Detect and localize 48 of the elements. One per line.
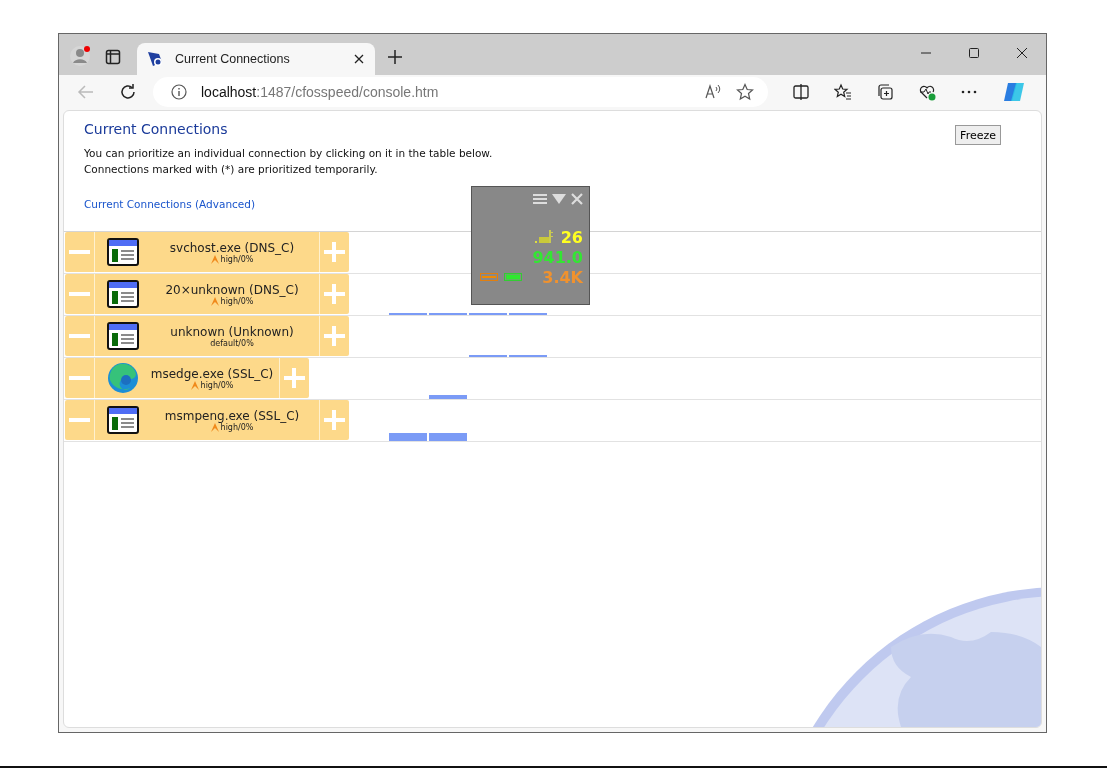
- dropdown-icon[interactable]: [552, 193, 566, 205]
- collections-icon[interactable]: [876, 83, 894, 102]
- traffic-bar: [429, 433, 467, 441]
- priority-text: default/0%: [210, 338, 254, 348]
- split-screen-icon[interactable]: [792, 83, 810, 102]
- url-text: localhost:1487/cfosspeed/console.htm: [201, 84, 439, 101]
- freeze-button[interactable]: Freeze: [955, 125, 1001, 145]
- favorites-icon[interactable]: [834, 83, 852, 102]
- traffic-bar: [389, 433, 427, 441]
- menu-icon[interactable]: [533, 193, 547, 205]
- download-meter-icon: [504, 273, 522, 281]
- close-icon[interactable]: [353, 52, 365, 65]
- browser-tab[interactable]: Current Connections: [137, 42, 375, 75]
- window-icon: [107, 322, 139, 350]
- connection-name: msedge.exe (SSL_C): [150, 366, 274, 381]
- intro-text: You can prioritize an individual connection by clicking on it in the table below. Connections marked with (*) are prioritized temporarily.: [84, 146, 494, 177]
- profile-icon[interactable]: [69, 44, 91, 67]
- app-logo-icon: [147, 49, 165, 68]
- window-icon: [107, 238, 139, 266]
- star-icon[interactable]: [736, 83, 754, 102]
- upload-value: 3.4K: [542, 267, 583, 287]
- refresh-icon[interactable]: [119, 83, 137, 102]
- connection-name: 20×unknown (DNS_C): [165, 282, 299, 297]
- new-tab-icon[interactable]: [387, 48, 403, 65]
- page-title: Current Connections: [84, 121, 229, 137]
- browser-logo-icon: [107, 362, 139, 394]
- advanced-link[interactable]: Current Connections (Advanced): [84, 198, 256, 210]
- window-icon: [107, 406, 139, 434]
- ping-icon: [534, 230, 555, 244]
- priority-text: high/0%: [220, 422, 254, 432]
- health-icon[interactable]: [918, 83, 936, 102]
- priority-text: high/0%: [220, 296, 254, 306]
- ping-value: 26: [560, 227, 583, 247]
- sidebar-icon[interactable]: [105, 48, 121, 65]
- connection-name: msmpeng.exe (SSL_C): [164, 408, 300, 423]
- maximize-icon[interactable]: [968, 46, 980, 59]
- address-bar[interactable]: localhost:1487/cfosspeed/console.htm: [153, 77, 768, 108]
- close-icon[interactable]: [1016, 46, 1028, 59]
- connection-name: svchost.exe (DNS_C): [169, 240, 295, 255]
- connection-name: unknown (Unknown): [170, 324, 294, 339]
- window-icon: [107, 280, 139, 308]
- priority-text: high/0%: [220, 254, 254, 264]
- tab-title: Current Connections: [175, 51, 291, 66]
- priority-text: high/0%: [200, 380, 234, 390]
- traffic-bar: [429, 395, 467, 399]
- download-value: 941.0: [532, 247, 583, 267]
- info-icon: [171, 84, 187, 101]
- upload-meter-icon: [480, 273, 498, 281]
